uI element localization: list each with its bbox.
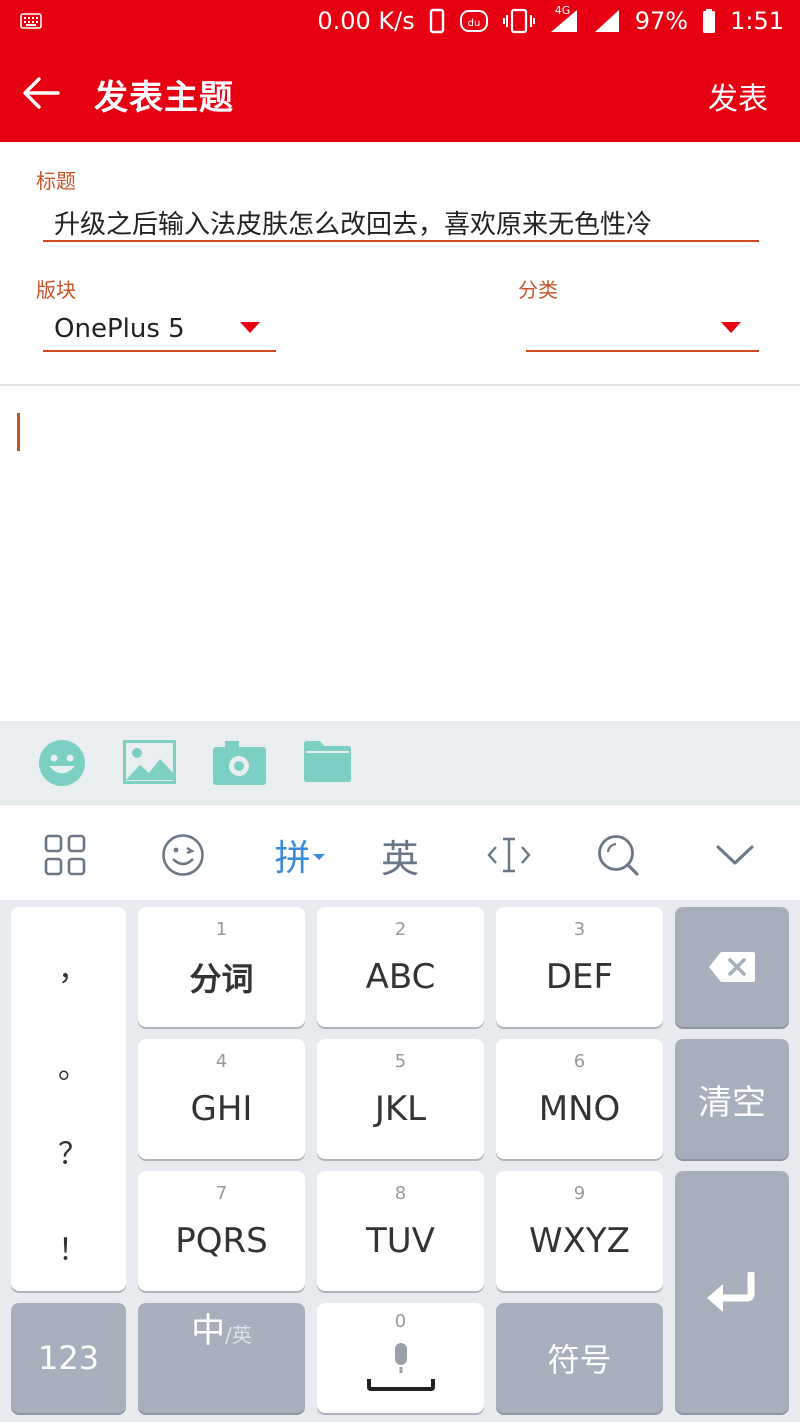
key-number: 3 (573, 919, 586, 940)
signal-icon (594, 10, 619, 32)
search-icon[interactable] (590, 827, 646, 883)
key-4[interactable]: 4 GHI (138, 1039, 305, 1159)
folder-icon[interactable] (304, 741, 351, 782)
backspace-icon (709, 952, 755, 982)
key-5[interactable]: 5 JKL (317, 1039, 484, 1159)
vibrate-icon (502, 8, 535, 34)
keyboard-icon (20, 13, 42, 29)
category-label: 分类 (518, 278, 558, 302)
key-7[interactable]: 7 PQRS (138, 1171, 305, 1291)
phone-outline-icon (429, 8, 444, 34)
keyboard: ， 。 ？ ！ 1 分词 2 ABC 3 DEF 4 GHI 5 JKL 6 M… (0, 900, 800, 1422)
key-label: WXYZ (529, 1221, 630, 1261)
publish-button[interactable]: 发表 (708, 74, 768, 118)
key-number: 4 (215, 1051, 228, 1072)
pinyin-label: 拼 (274, 838, 311, 879)
triangle-down-icon (312, 854, 325, 860)
punctuation-column[interactable]: ， 。 ？ ！ (11, 907, 126, 1291)
english-toggle[interactable]: 英 (372, 827, 428, 883)
comma-key[interactable]: ， (58, 945, 88, 989)
key-number: 6 (573, 1051, 586, 1072)
smiley-icon[interactable] (155, 827, 211, 883)
space-key[interactable]: 0 (317, 1303, 484, 1413)
question-key[interactable]: ？ (58, 1129, 88, 1173)
key-label: JKL (374, 1089, 427, 1129)
clear-key[interactable]: 清空 (675, 1039, 789, 1159)
backspace-key[interactable] (675, 907, 789, 1027)
status-bar: 0.00 K/s du 4G 97% 1:51 (0, 0, 800, 42)
key-9[interactable]: 9 WXYZ (496, 1171, 663, 1291)
key-label: DEF (545, 957, 614, 997)
category-dropdown-icon[interactable] (721, 322, 741, 333)
number-label: 123 (37, 1339, 100, 1377)
image-icon[interactable] (123, 740, 176, 784)
attachment-toolbar (0, 721, 800, 804)
enter-icon (707, 1272, 755, 1312)
key-2[interactable]: 2 ABC (317, 907, 484, 1027)
board-select[interactable]: OnePlus 5 (54, 314, 185, 344)
key-6[interactable]: 6 MNO (496, 1039, 663, 1159)
key-label: MNO (538, 1089, 621, 1129)
enter-key[interactable] (675, 1171, 789, 1413)
clear-label: 清空 (698, 1082, 766, 1123)
app-bar: 发表主题 发表 (0, 42, 800, 142)
chevron-down-icon[interactable] (707, 827, 763, 883)
grid-icon[interactable] (37, 827, 93, 883)
key-3[interactable]: 3 DEF (496, 907, 663, 1027)
ime-toolbar: 拼 英 (0, 804, 800, 900)
network-type: 4G (554, 4, 571, 17)
key-number: 8 (394, 1183, 407, 1204)
title-label: 标题 (36, 169, 76, 193)
number-key[interactable]: 123 (11, 1303, 126, 1413)
pinyin-toggle[interactable]: 拼 (268, 827, 332, 883)
language-sub: /英 (225, 1323, 252, 1347)
title-input[interactable]: 升级之后输入法皮肤怎么改回去，喜欢原来无色性冷 (54, 204, 652, 241)
key-number: 7 (215, 1183, 228, 1204)
key-number: 1 (215, 919, 228, 940)
key-label: GHI (190, 1089, 253, 1129)
svg-text:du: du (467, 18, 480, 29)
du-icon: du (459, 10, 488, 32)
board-dropdown-icon[interactable] (240, 322, 260, 333)
clock: 1:51 (730, 7, 784, 35)
cursor-icon[interactable] (481, 827, 537, 883)
key-1[interactable]: 1 分词 (138, 907, 305, 1027)
network-speed: 0.00 K/s (317, 7, 415, 35)
divider (0, 384, 800, 386)
key-number: 0 (394, 1311, 407, 1332)
key-number: 2 (394, 919, 407, 940)
microphone-icon (366, 1343, 435, 1391)
camera-icon[interactable] (213, 739, 266, 785)
back-arrow-icon[interactable] (22, 76, 60, 110)
language-main: 中 (191, 1311, 226, 1351)
key-number: 5 (394, 1051, 407, 1072)
key-number: 9 (573, 1183, 586, 1204)
key-8[interactable]: 8 TUV (317, 1171, 484, 1291)
category-underline (526, 350, 759, 352)
board-label: 版块 (36, 278, 76, 302)
key-label: TUV (366, 1221, 435, 1261)
key-label: 分词 (189, 960, 254, 998)
symbols-label: 符号 (547, 1341, 612, 1379)
key-label: PQRS (175, 1221, 268, 1261)
language-key[interactable]: 中 /英 (138, 1303, 305, 1413)
period-key[interactable]: 。 (58, 1043, 88, 1087)
exclamation-key[interactable]: ！ (58, 1225, 88, 1269)
page-title: 发表主题 (94, 78, 234, 118)
content-editor-cursor[interactable] (17, 413, 20, 451)
battery-percent: 97% (634, 7, 689, 35)
key-label: ABC (365, 957, 436, 997)
symbols-key[interactable]: 符号 (496, 1303, 663, 1413)
emoji-icon[interactable] (38, 739, 86, 787)
battery-icon (703, 9, 716, 33)
board-underline (43, 350, 276, 352)
title-underline (43, 240, 759, 242)
